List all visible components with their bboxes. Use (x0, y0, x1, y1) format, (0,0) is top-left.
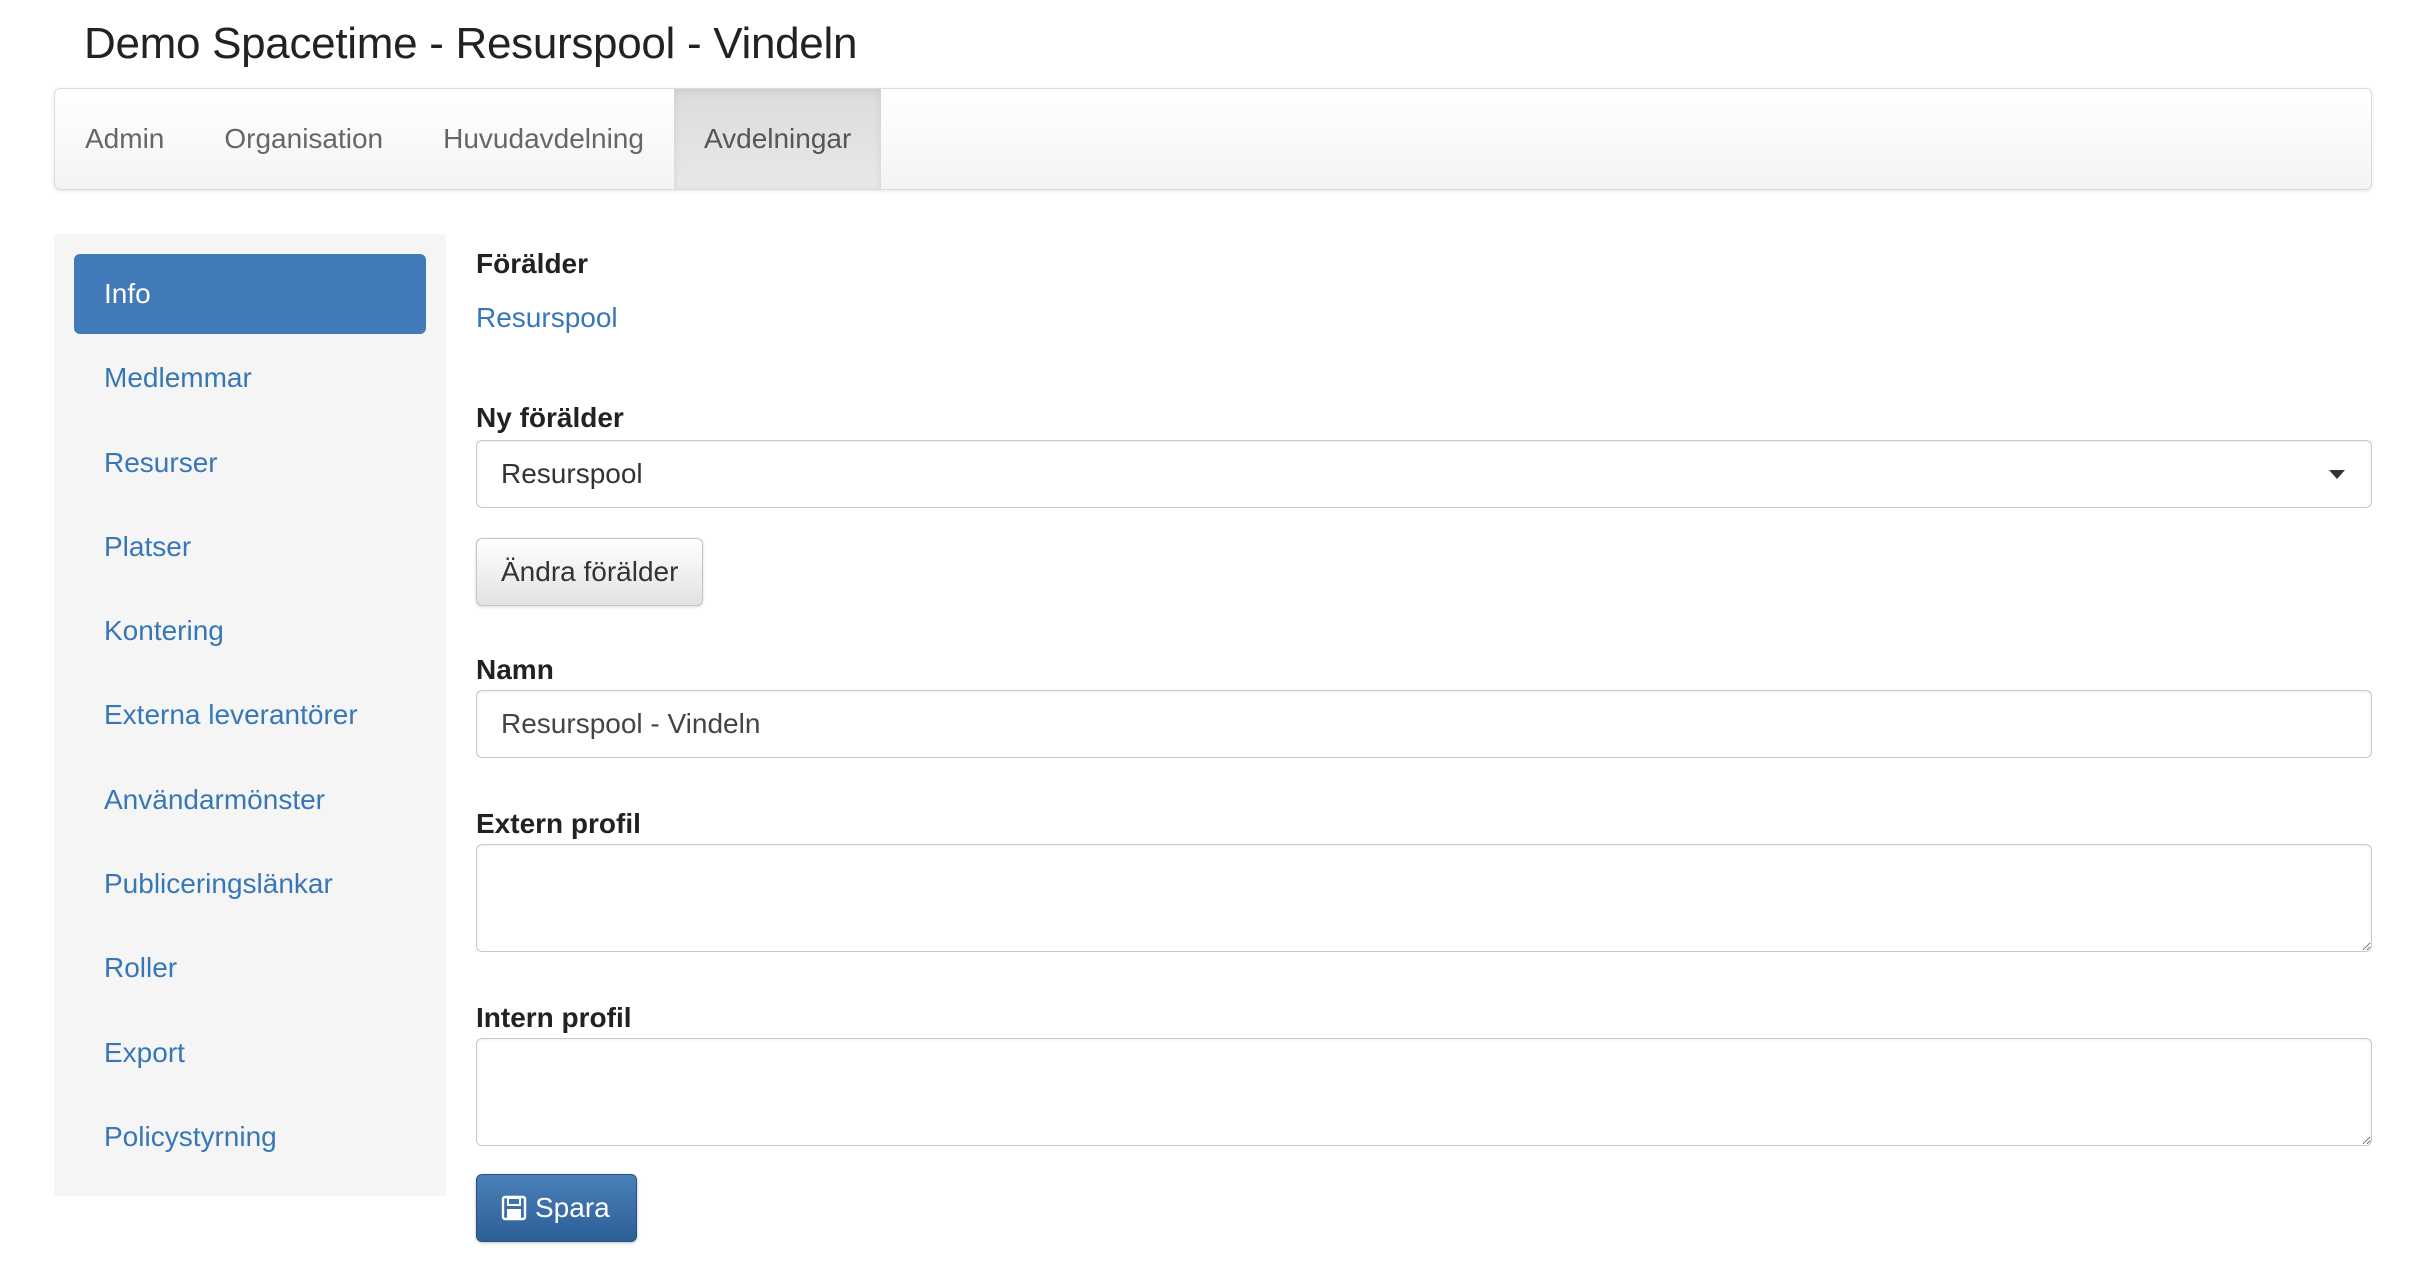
change-parent-button[interactable]: Ändra förälder (476, 538, 704, 606)
sidebar-item-resurser[interactable]: Resurser (74, 423, 426, 503)
sidebar-item-medlemmar[interactable]: Medlemmar (74, 338, 426, 418)
name-input[interactable] (476, 690, 2372, 758)
internal-profile-textarea[interactable] (476, 1038, 2372, 1146)
save-button[interactable]: Spara (476, 1174, 637, 1242)
sidebar-item-externa-leverantorer[interactable]: Externa leverantörer (74, 675, 426, 755)
parent-label: Förälder (476, 248, 589, 279)
sidebar-item-publiceringslankar[interactable]: Publiceringslänkar (74, 844, 426, 924)
sidebar-item-policystyrning[interactable]: Policystyrning (74, 1097, 426, 1177)
top-navigation: Admin Organisation Huvudavdelning Avdeln… (54, 88, 2372, 190)
sidebar: Info Medlemmar Resurser Platser Konterin… (54, 234, 446, 1196)
caret-down-icon (2329, 470, 2345, 479)
name-label: Namn (476, 654, 554, 685)
sidebar-item-export[interactable]: Export (74, 1013, 426, 1093)
sidebar-item-info[interactable]: Info (74, 254, 426, 334)
new-parent-label: Ny förälder (476, 402, 624, 433)
nav-huvudavdelning[interactable]: Huvudavdelning (413, 89, 674, 189)
new-parent-selected-value: Resurspool (501, 458, 643, 489)
new-parent-select[interactable]: Resurspool (476, 440, 2372, 508)
floppy-disk-icon (501, 1195, 527, 1221)
nav-organisation[interactable]: Organisation (194, 89, 413, 189)
sidebar-item-kontering[interactable]: Kontering (74, 591, 426, 671)
external-profile-textarea[interactable] (476, 844, 2372, 952)
sidebar-item-platser[interactable]: Platser (74, 507, 426, 587)
sidebar-item-roller[interactable]: Roller (74, 928, 426, 1008)
external-profile-label: Extern profil (476, 808, 641, 839)
save-button-label: Spara (535, 1192, 610, 1223)
parent-link[interactable]: Resurspool (476, 302, 618, 334)
nav-admin[interactable]: Admin (55, 89, 194, 189)
internal-profile-label: Intern profil (476, 1002, 632, 1033)
page-title: Demo Spacetime - Resurspool - Vindeln (84, 19, 858, 68)
nav-avdelningar[interactable]: Avdelningar (673, 89, 882, 189)
sidebar-item-anvandarmonster[interactable]: Användarmönster (74, 760, 426, 840)
